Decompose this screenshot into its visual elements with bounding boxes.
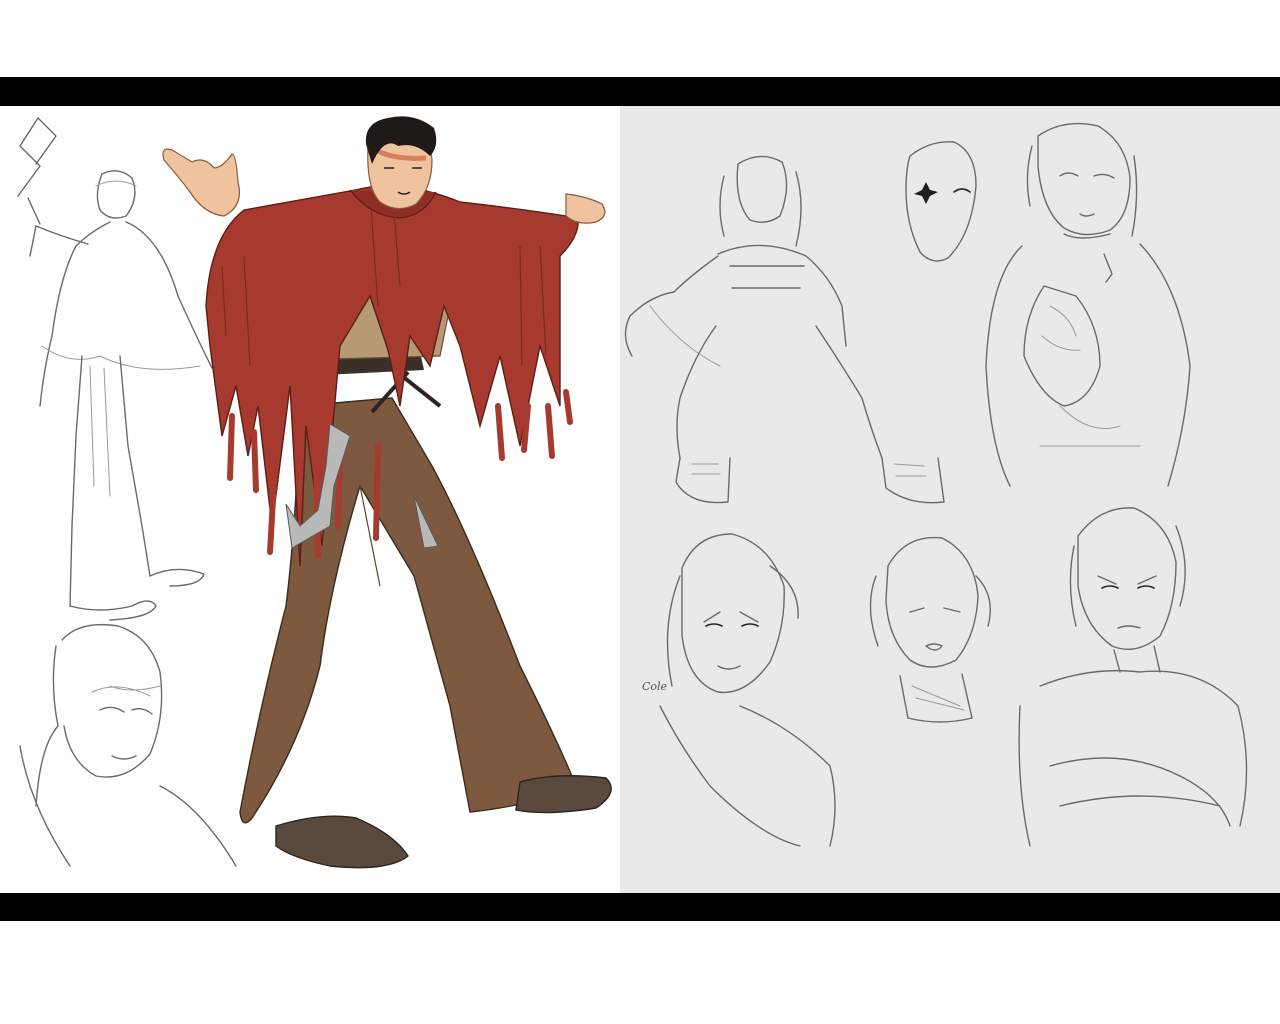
bottom-letterbox-bar	[0, 893, 1280, 921]
top-letterbox-bar	[0, 77, 1280, 106]
sketch-hooded-figure	[624, 155, 945, 504]
artist-signature: Cole	[642, 680, 668, 693]
sketch-full-body-left	[17, 117, 213, 621]
sketch-arms-crossed	[1018, 507, 1248, 847]
artwork-canvas: Cole	[0, 0, 1280, 1024]
right-panel: Cole	[620, 106, 1280, 893]
sketch-head-portrait	[19, 623, 237, 867]
sketch-mask	[905, 141, 977, 262]
sketch-worried-face	[869, 536, 991, 723]
colored-character-red-poncho	[162, 116, 612, 869]
sketch-angry-face	[659, 533, 836, 847]
sketch-portrait-cloak	[985, 122, 1191, 487]
left-panel	[0, 106, 620, 893]
